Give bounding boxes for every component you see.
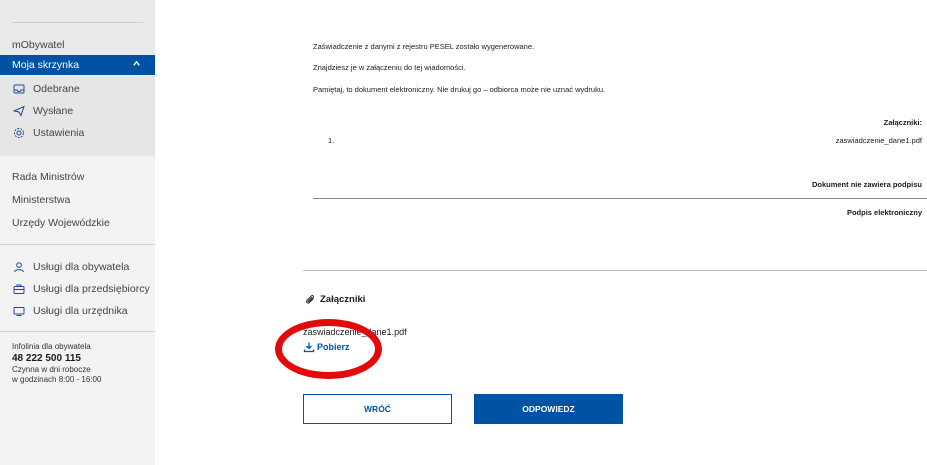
sidebar-item-label: Rada Ministrów <box>12 171 85 183</box>
inbox-icon <box>12 82 26 96</box>
back-button[interactable]: WRÓĆ <box>303 394 452 424</box>
sidebar-item-uslugi-obywatel[interactable]: Usługi dla obywatela <box>0 257 155 277</box>
sidebar-item-urzedy-wojewodzkie[interactable]: Urzędy Wojewódzkie <box>0 213 155 233</box>
download-label: Pobierz <box>317 342 350 352</box>
sidebar-item-label: Odebrane <box>33 83 80 95</box>
attachments-header: Załączniki: <box>883 118 922 127</box>
sidebar-divider <box>0 244 155 245</box>
sidebar-item-uslugi-przedsiebiorca[interactable]: Usługi dla przedsiębiorcy <box>0 279 155 299</box>
helpline-hours: Czynna w dni robocze <box>12 365 91 374</box>
person-icon <box>12 260 26 274</box>
signature-divider <box>313 198 927 199</box>
sidebar-top-divider <box>12 22 143 23</box>
send-icon <box>12 104 26 118</box>
attachment-filename: zaswiadczenie_dane1.pdf <box>835 136 922 145</box>
sidebar-item-rada-ministrow[interactable]: Rada Ministrów <box>0 167 155 187</box>
attachment-file-name: zaswiadczenie_dane1.pdf <box>303 327 407 337</box>
sidebar-item-label: Ministerstwa <box>12 194 71 206</box>
download-link[interactable]: Pobierz <box>303 341 350 353</box>
sidebar-item-moja-skrzynka[interactable]: Moja skrzynka <box>0 55 155 75</box>
section-divider <box>303 270 927 271</box>
sidebar-item-label: Usługi dla przedsiębiorcy <box>33 283 150 295</box>
sidebar-item-wyslane[interactable]: Wysłane <box>0 101 155 121</box>
sidebar-item-label: mObywatel <box>12 39 65 51</box>
attachments-section-title: Załączniki <box>304 293 365 305</box>
helpline-hours: w godzinach 8:00 - 16:00 <box>12 375 102 384</box>
sidebar-item-label: Urzędy Wojewódzkie <box>12 217 110 229</box>
sidebar-item-ministerstwa[interactable]: Ministerstwa <box>0 190 155 210</box>
message-line: Zaświadczenie z danymi z rejestru PESEL … <box>313 42 535 51</box>
helpline-phone: 48 222 500 115 <box>12 353 81 364</box>
attachments-title-text: Załączniki <box>320 293 366 305</box>
attachment-number: 1. <box>328 136 335 145</box>
sidebar-item-label: Usługi dla urzędnika <box>33 305 128 317</box>
briefcase-icon <box>12 282 26 296</box>
sidebar-item-label: Usługi dla obywatela <box>33 261 130 273</box>
gear-icon <box>12 126 26 140</box>
sidebar-item-label: Wysłane <box>33 105 74 117</box>
helpline-title: Infolinia dla obywatela <box>12 342 91 351</box>
chevron-up-icon <box>132 59 141 71</box>
monitor-icon <box>12 304 26 318</box>
reply-button[interactable]: ODPOWIEDZ <box>474 394 623 424</box>
no-signature-label: Dokument nie zawiera podpisu <box>811 180 922 189</box>
helpline-info: Infolinia dla obywatela 48 222 500 115 C… <box>12 342 101 385</box>
sidebar-divider <box>0 331 155 332</box>
sidebar-item-uslugi-urzednik[interactable]: Usługi dla urzędnika <box>0 301 155 321</box>
sidebar-item-odebrane[interactable]: Odebrane <box>0 79 155 99</box>
message-line: Pamiętaj, to dokument elektroniczny. Nie… <box>313 85 606 94</box>
sidebar-item-label: Moja skrzynka <box>12 59 80 71</box>
sidebar: mObywatel Moja skrzynka Odebrane Wysłane… <box>0 0 155 465</box>
paperclip-icon <box>304 293 316 305</box>
sidebar-item-mobywatel[interactable]: mObywatel <box>0 35 155 55</box>
sidebar-item-ustawienia[interactable]: Ustawienia <box>0 123 155 143</box>
message-line: Znajdziesz je w załączeniu do tej wiadom… <box>313 63 466 72</box>
e-signature-label: Podpis elektroniczny <box>846 208 922 217</box>
download-icon <box>303 341 315 353</box>
sidebar-item-label: Ustawienia <box>33 127 85 139</box>
